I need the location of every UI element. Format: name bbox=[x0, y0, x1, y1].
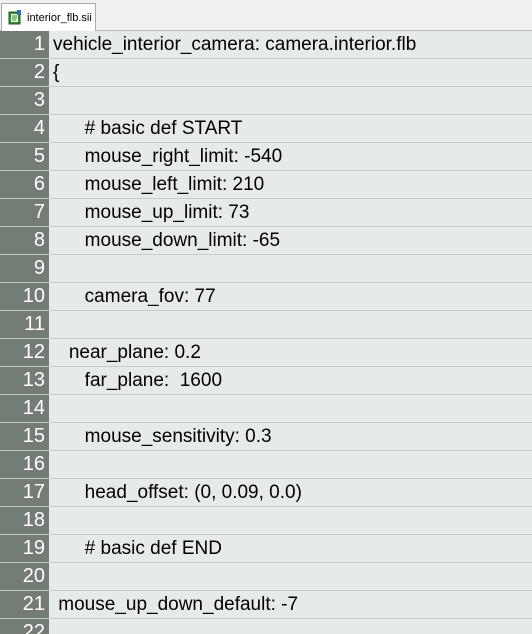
code-line[interactable]: 15 mouse_sensitivity: 0.3 bbox=[0, 423, 532, 451]
code-text[interactable]: mouse_up_limit: 73 bbox=[53, 199, 250, 226]
notepad-file-icon bbox=[8, 10, 22, 25]
line-number: 19 bbox=[22, 537, 45, 559]
code-editor[interactable]: 1 vehicle_interior_camera: camera.interio… bbox=[0, 31, 532, 634]
line-number: 4 bbox=[33, 117, 45, 139]
line-number: 10 bbox=[22, 285, 45, 307]
code-line[interactable]: 3 bbox=[0, 87, 532, 115]
code-line[interactable]: 21 mouse_up_down_default: -7 bbox=[0, 591, 532, 619]
file-tab[interactable]: interior_flb.sii bbox=[1, 3, 96, 31]
code-text[interactable]: mouse_right_limit: -540 bbox=[53, 143, 282, 170]
code-text[interactable]: { bbox=[53, 59, 59, 86]
code-line[interactable]: 10 camera_fov: 77 bbox=[0, 283, 532, 311]
code-text[interactable]: vehicle_interior_camera: camera.interior… bbox=[53, 31, 416, 58]
code-line[interactable]: 20 bbox=[0, 563, 532, 591]
line-number: 11 bbox=[24, 313, 45, 335]
line-number: 7 bbox=[33, 201, 45, 223]
line-number: 9 bbox=[33, 257, 45, 279]
tab-bar: interior_flb.sii bbox=[0, 0, 532, 31]
code-text[interactable]: mouse_sensitivity: 0.3 bbox=[53, 423, 272, 450]
code-line[interactable]: 5 mouse_right_limit: -540 bbox=[0, 143, 532, 171]
code-line[interactable]: 17 head_offset: (0, 0.09, 0.0) bbox=[0, 479, 532, 507]
line-number: 20 bbox=[22, 565, 45, 587]
code-line[interactable]: 7 mouse_up_limit: 73 bbox=[0, 199, 532, 227]
code-text[interactable]: mouse_up_down_default: -7 bbox=[53, 591, 298, 618]
code-text[interactable]: head_offset: (0, 0.09, 0.0) bbox=[53, 479, 302, 506]
tab-label: interior_flb.sii bbox=[27, 11, 92, 24]
line-number: 2 bbox=[33, 61, 45, 83]
line-number: 15 bbox=[22, 425, 45, 447]
code-line[interactable]: 13 far_plane: 1600 bbox=[0, 367, 532, 395]
code-text[interactable]: # basic def END bbox=[53, 535, 222, 562]
line-number: 21 bbox=[22, 593, 45, 615]
line-number: 12 bbox=[22, 341, 45, 363]
line-number: 17 bbox=[22, 481, 45, 503]
code-line[interactable]: 18 bbox=[0, 507, 532, 535]
line-number: 6 bbox=[33, 173, 45, 195]
code-line[interactable]: 14 bbox=[0, 395, 532, 423]
code-text[interactable]: near_plane: 0.2 bbox=[53, 339, 201, 366]
code-line[interactable]: 19 # basic def END bbox=[0, 535, 532, 563]
code-text[interactable]: mouse_left_limit: 210 bbox=[53, 171, 265, 198]
code-line[interactable]: 12 near_plane: 0.2 bbox=[0, 339, 532, 367]
code-line[interactable]: 1 vehicle_interior_camera: camera.interio… bbox=[0, 31, 532, 59]
code-text[interactable]: # basic def START bbox=[53, 115, 243, 142]
code-line[interactable]: 9 bbox=[0, 255, 532, 283]
code-line[interactable]: 6 mouse_left_limit: 210 bbox=[0, 171, 532, 199]
line-number: 22 bbox=[22, 621, 45, 634]
code-line[interactable]: 11 bbox=[0, 311, 532, 339]
code-line[interactable]: 2{ bbox=[0, 59, 532, 87]
code-text[interactable]: camera_fov: 77 bbox=[53, 283, 216, 310]
line-number: 18 bbox=[22, 509, 45, 531]
line-number: 14 bbox=[22, 397, 45, 419]
line-number: 5 bbox=[33, 145, 45, 167]
line-number: 8 bbox=[33, 229, 45, 251]
line-number: 16 bbox=[22, 453, 45, 475]
line-number: 1 bbox=[33, 33, 45, 55]
line-number: 13 bbox=[22, 369, 45, 391]
line-number: 3 bbox=[33, 89, 45, 111]
code-text[interactable]: mouse_down_limit: -65 bbox=[53, 227, 280, 254]
code-line[interactable]: 8 mouse_down_limit: -65 bbox=[0, 227, 532, 255]
code-text[interactable]: far_plane: 1600 bbox=[53, 367, 222, 394]
code-line[interactable]: 22 bbox=[0, 619, 532, 634]
code-line[interactable]: 4 # basic def START bbox=[0, 115, 532, 143]
code-line[interactable]: 16 bbox=[0, 451, 532, 479]
